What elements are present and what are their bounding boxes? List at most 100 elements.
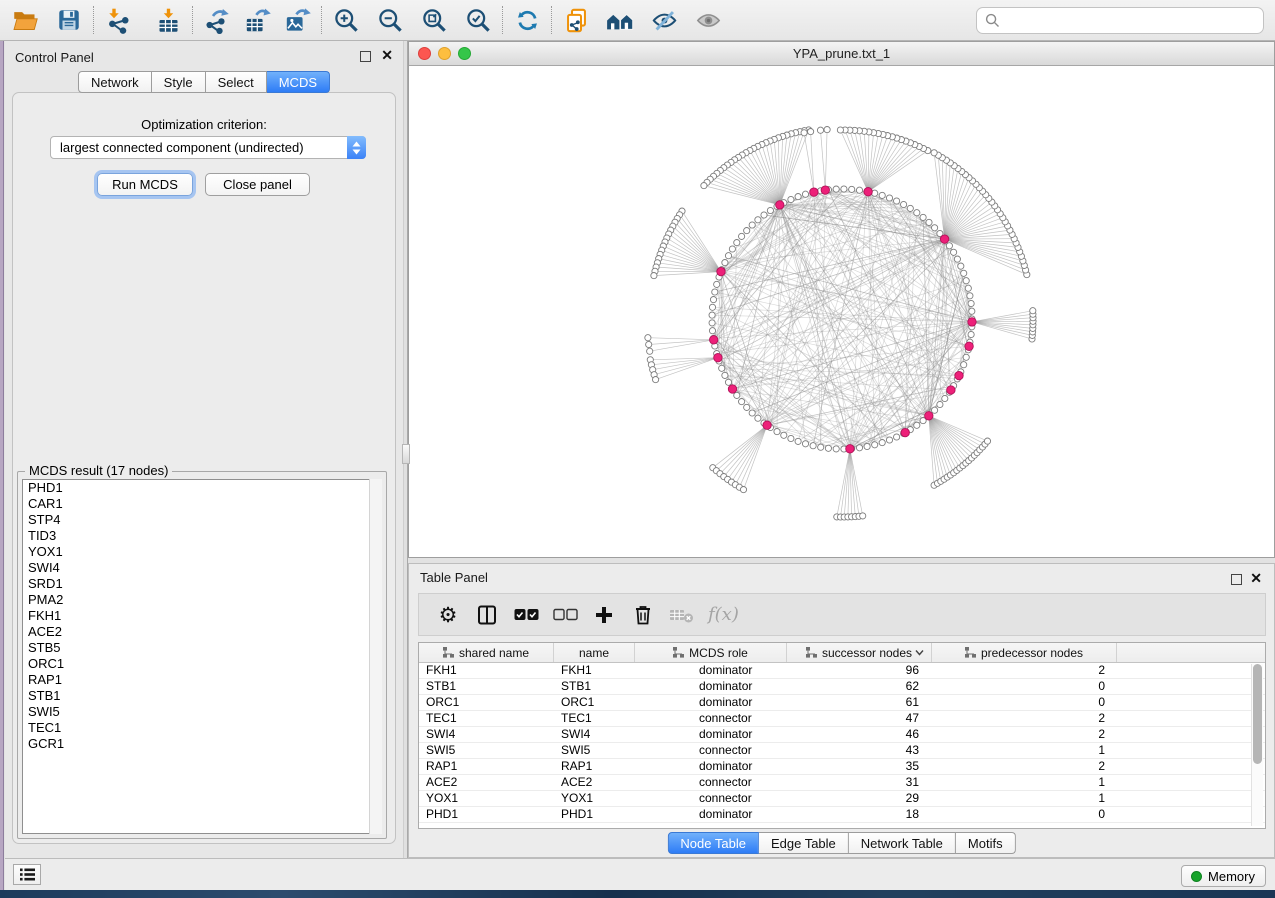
- mcds-result-item[interactable]: ORC1: [23, 656, 381, 672]
- table-cell: 0: [932, 695, 1117, 710]
- mcds-result-list[interactable]: PHD1CAR1STP4TID3YOX1SWI4SRD1PMA2FKH1ACE2…: [22, 479, 382, 834]
- table-cell: connector: [635, 711, 787, 726]
- export-network-icon[interactable]: [200, 4, 234, 36]
- column-header-mcds-role[interactable]: MCDS role: [635, 643, 787, 662]
- first-neighbors-icon[interactable]: [603, 4, 637, 36]
- table-cell: 2: [932, 759, 1117, 774]
- control-panel-tabs: Network Style Select MCDS: [78, 71, 330, 93]
- mcds-result-item[interactable]: YOX1: [23, 544, 381, 560]
- mcds-result-item[interactable]: TEC1: [23, 720, 381, 736]
- network-window-titlebar[interactable]: YPA_prune.txt_1: [409, 42, 1274, 66]
- mcds-result-item[interactable]: TID3: [23, 528, 381, 544]
- table-row[interactable]: YOX1YOX1connector291: [419, 791, 1265, 807]
- refresh-icon[interactable]: [510, 4, 544, 36]
- open-file-icon[interactable]: [8, 4, 42, 36]
- column-header-successor-nodes[interactable]: successor nodes: [787, 643, 932, 662]
- table-panel-close-icon[interactable]: ✕: [1250, 571, 1262, 585]
- zoom-out-icon[interactable]: [373, 4, 407, 36]
- table-row[interactable]: ORC1ORC1dominator610: [419, 695, 1265, 711]
- add-column-icon[interactable]: [591, 602, 617, 628]
- zoom-fit-icon[interactable]: [417, 4, 451, 36]
- mcds-result-item[interactable]: PHD1: [23, 480, 381, 496]
- table-row[interactable]: FKH1FKH1dominator962: [419, 663, 1265, 679]
- table-scrollbar-thumb[interactable]: [1253, 664, 1262, 764]
- tab-mcds[interactable]: MCDS: [267, 71, 330, 93]
- mcds-result-item[interactable]: FKH1: [23, 608, 381, 624]
- zoom-in-icon[interactable]: [329, 4, 363, 36]
- mcds-result-item[interactable]: STB5: [23, 640, 381, 656]
- import-table-icon[interactable]: [151, 4, 185, 36]
- mcds-result-title: MCDS result (17 nodes): [25, 463, 172, 478]
- mcds-result-item[interactable]: STP4: [23, 512, 381, 528]
- table-cell: 18: [787, 807, 932, 822]
- memory-button[interactable]: Memory: [1181, 865, 1266, 887]
- table-row[interactable]: SWI5SWI5connector431: [419, 743, 1265, 759]
- network-graph[interactable]: [409, 66, 1274, 557]
- column-header-predecessor-nodes[interactable]: predecessor nodes: [932, 643, 1117, 662]
- table-cell: YOX1: [419, 791, 554, 806]
- mcds-result-item[interactable]: GCR1: [23, 736, 381, 752]
- tab-network-table[interactable]: Network Table: [849, 832, 956, 854]
- table-row[interactable]: STB1STB1dominator620: [419, 679, 1265, 695]
- table-cell: [1117, 711, 1265, 726]
- tab-motifs[interactable]: Motifs: [956, 832, 1016, 854]
- column-header-name[interactable]: name: [554, 643, 635, 662]
- control-panel-close-icon[interactable]: ✕: [381, 48, 393, 62]
- show-graphics-details-icon[interactable]: [691, 4, 725, 36]
- tab-network[interactable]: Network: [78, 71, 152, 93]
- search-input[interactable]: [1006, 13, 1263, 28]
- column-header-shared-name[interactable]: shared name: [419, 643, 554, 662]
- mcds-result-groupbox: MCDS result (17 nodes) PHD1CAR1STP4TID3Y…: [17, 471, 387, 839]
- run-mcds-button[interactable]: Run MCDS: [97, 173, 193, 196]
- export-table-icon[interactable]: [240, 4, 274, 36]
- node-table-header: shared name name MCDS role successor nod…: [419, 643, 1265, 663]
- toolbar-separator: [502, 6, 503, 34]
- tab-style[interactable]: Style: [152, 71, 206, 93]
- export-image-icon[interactable]: [280, 4, 314, 36]
- mcds-result-item[interactable]: SRD1: [23, 576, 381, 592]
- search-bar[interactable]: [976, 7, 1264, 34]
- mcds-list-scrollbar[interactable]: [369, 479, 382, 834]
- control-panel-float-icon[interactable]: [360, 51, 371, 62]
- table-row[interactable]: TEC1TEC1connector472: [419, 711, 1265, 727]
- table-panel-float-icon[interactable]: [1231, 574, 1242, 585]
- table-row[interactable]: ACE2ACE2connector311: [419, 775, 1265, 791]
- import-network-icon[interactable]: [101, 4, 135, 36]
- delete-column-icon[interactable]: [630, 602, 656, 628]
- function-builder-icon[interactable]: f(x): [708, 602, 739, 628]
- mcds-result-item[interactable]: ACE2: [23, 624, 381, 640]
- network-canvas[interactable]: [409, 66, 1274, 557]
- tab-select[interactable]: Select: [206, 71, 267, 93]
- column-visibility-icon[interactable]: [474, 602, 500, 628]
- optimization-criterion-select[interactable]: largest connected component (undirected): [50, 136, 366, 159]
- zoom-selected-icon[interactable]: [461, 4, 495, 36]
- clear-selection-icon[interactable]: [552, 602, 578, 628]
- table-cell: 1: [932, 791, 1117, 806]
- column-header-filler: [1117, 643, 1265, 662]
- mcds-result-item[interactable]: SWI4: [23, 560, 381, 576]
- mcds-result-item[interactable]: CAR1: [23, 496, 381, 512]
- hide-graphics-details-icon[interactable]: [647, 4, 681, 36]
- settings-gear-icon[interactable]: ⚙: [435, 602, 461, 628]
- table-cell: [1117, 663, 1265, 678]
- tab-node-table[interactable]: Node Table: [667, 832, 759, 854]
- save-session-icon[interactable]: [52, 4, 86, 36]
- tab-edge-table[interactable]: Edge Table: [759, 832, 849, 854]
- mcds-result-item[interactable]: RAP1: [23, 672, 381, 688]
- table-cell: STB1: [419, 679, 554, 694]
- table-cell: [1117, 727, 1265, 742]
- mcds-result-item[interactable]: PMA2: [23, 592, 381, 608]
- table-cell: SWI5: [554, 743, 635, 758]
- task-history-button[interactable]: [13, 864, 41, 885]
- table-row[interactable]: PHD1PHD1dominator180: [419, 807, 1265, 823]
- mcds-result-item[interactable]: STB1: [23, 688, 381, 704]
- table-scrollbar[interactable]: [1251, 664, 1263, 826]
- table-row[interactable]: SWI4SWI4dominator462: [419, 727, 1265, 743]
- table-row[interactable]: RAP1RAP1dominator352: [419, 759, 1265, 775]
- delete-table-icon[interactable]: [669, 602, 695, 628]
- duplicate-network-icon[interactable]: [559, 4, 593, 36]
- close-panel-button[interactable]: Close panel: [205, 173, 310, 196]
- select-all-icon[interactable]: [513, 602, 539, 628]
- splitter-grip[interactable]: [402, 444, 410, 464]
- mcds-result-item[interactable]: SWI5: [23, 704, 381, 720]
